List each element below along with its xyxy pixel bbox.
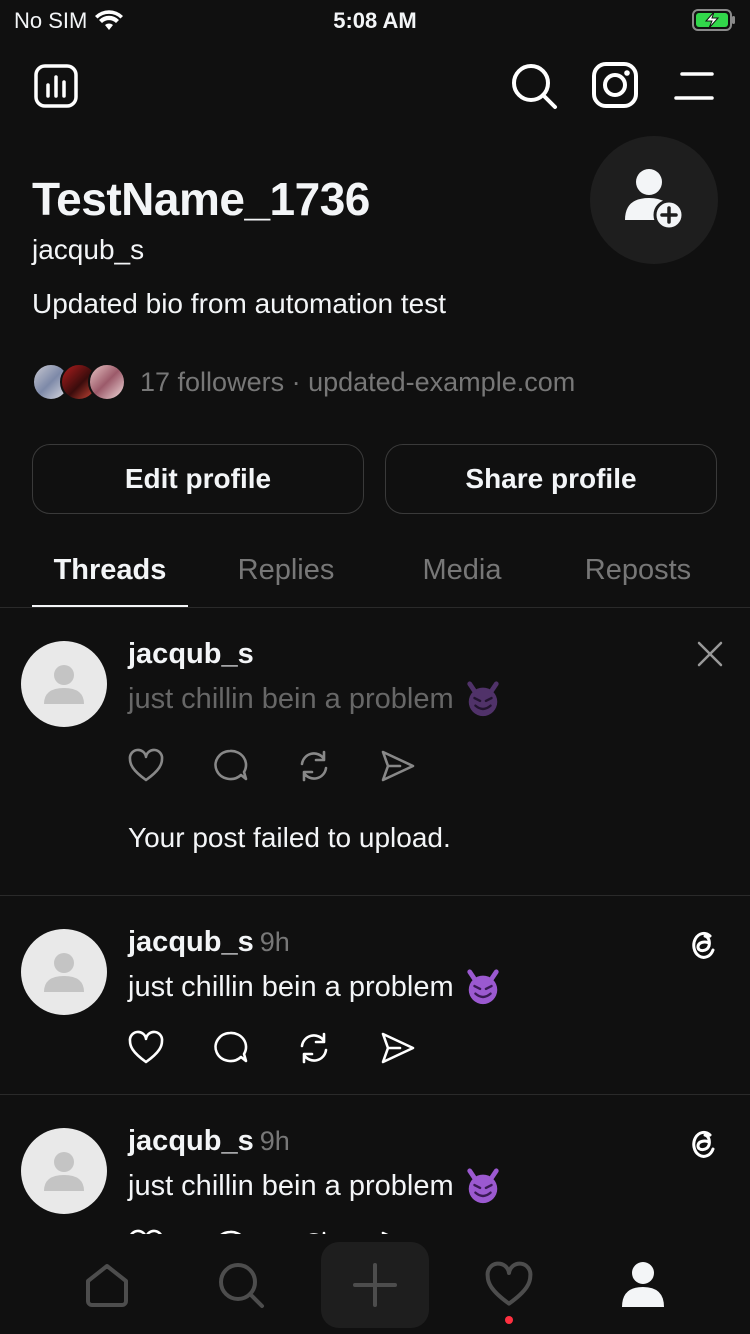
profile-tabs: Threads Replies Media Reposts	[0, 540, 750, 608]
post-actions	[128, 748, 416, 784]
repost-icon[interactable]	[296, 1030, 332, 1066]
default-avatar-icon	[44, 953, 84, 992]
avatar[interactable]	[21, 641, 107, 727]
share-profile-button[interactable]: Share profile	[385, 444, 717, 514]
nav-profile[interactable]	[589, 1242, 697, 1328]
bottom-nav	[0, 1234, 750, 1334]
status-bar: No SIM 5:08 AM	[0, 0, 750, 42]
follower-avatar	[88, 363, 126, 401]
plus-icon	[353, 1263, 397, 1307]
post-text-content: just chillin bein a problem	[128, 682, 454, 715]
active-tab-indicator	[32, 605, 188, 607]
tab-reposts[interactable]: Reposts	[560, 554, 716, 587]
post-header: jacqub_s 9h	[128, 926, 290, 959]
comment-icon[interactable]	[212, 1030, 248, 1066]
followers-link-text[interactable]: 17 followers · updated-example.com	[140, 367, 575, 398]
repost-icon[interactable]	[296, 748, 332, 784]
post-text: just chillin bein a problem	[128, 1167, 502, 1205]
home-icon	[86, 1264, 128, 1307]
heart-icon[interactable]	[128, 748, 164, 784]
tab-replies[interactable]: Replies	[208, 554, 364, 587]
post-text-content: just chillin bein a problem	[128, 970, 454, 1003]
smiling-devil-emoji-icon	[466, 1168, 499, 1204]
share-icon[interactable]	[380, 1030, 416, 1066]
add-person-icon	[625, 169, 685, 231]
upload-failed-message: Your post failed to upload.	[128, 822, 451, 853]
top-bar	[0, 56, 750, 116]
avatar[interactable]	[21, 929, 107, 1015]
nav-activity[interactable]	[455, 1242, 563, 1328]
nav-home[interactable]	[53, 1242, 161, 1328]
thread-post-failed[interactable]: jacqub_s just chillin bein a problem You…	[0, 608, 750, 896]
followers-row[interactable]: 17 followers · updated-example.com	[32, 362, 575, 402]
threads-logo-icon[interactable]	[688, 926, 718, 960]
instagram-icon	[592, 62, 638, 108]
menu-icon	[674, 72, 714, 100]
post-actions	[128, 1030, 416, 1066]
search-icon	[219, 1263, 264, 1308]
threads-logo-icon[interactable]	[688, 1125, 718, 1159]
post-text-content: just chillin bein a problem	[128, 1169, 454, 1202]
nav-search[interactable]	[187, 1242, 295, 1328]
profile-bio: Updated bio from automation test	[32, 288, 447, 319]
post-timestamp: 9h	[259, 1126, 290, 1156]
default-avatar-icon	[44, 1152, 84, 1191]
search-button[interactable]	[508, 60, 560, 112]
tab-media[interactable]: Media	[384, 554, 540, 587]
thread-post[interactable]: jacqub_s 9h just chillin bein a problem	[0, 1095, 750, 1234]
profile-icon	[622, 1262, 664, 1307]
battery-charging-icon	[692, 9, 735, 31]
share-icon[interactable]	[380, 748, 416, 784]
instagram-button[interactable]	[590, 60, 640, 110]
menu-button[interactable]	[672, 64, 716, 108]
heart-icon	[485, 1261, 533, 1306]
tab-threads[interactable]: Threads	[32, 554, 188, 587]
post-username[interactable]: jacqub_s	[128, 638, 254, 671]
post-username[interactable]: jacqub_s	[128, 926, 254, 958]
insights-button[interactable]	[32, 62, 80, 110]
avatar[interactable]	[21, 1128, 107, 1214]
notification-dot	[505, 1316, 513, 1324]
thread-post[interactable]: jacqub_s 9h just chillin bein a problem	[0, 896, 750, 1095]
profile-avatar-add-photo[interactable]	[590, 136, 718, 264]
post-timestamp: 9h	[259, 927, 290, 957]
profile-display-name: TestName_1736	[32, 173, 370, 225]
edit-profile-button[interactable]: Edit profile	[32, 444, 364, 514]
post-username[interactable]: jacqub_s	[128, 1125, 254, 1157]
smiling-devil-emoji-icon	[466, 969, 499, 1005]
heart-icon[interactable]	[128, 1030, 164, 1066]
post-header: jacqub_s 9h	[128, 1125, 290, 1158]
default-avatar-icon	[44, 665, 84, 704]
search-icon	[512, 64, 557, 109]
nav-create[interactable]	[321, 1242, 429, 1328]
smiling-devil-emoji-icon	[466, 681, 499, 717]
insights-icon	[34, 64, 78, 108]
post-text: just chillin bein a problem	[128, 680, 502, 718]
status-time: 5:08 AM	[333, 8, 417, 33]
comment-icon[interactable]	[212, 748, 248, 784]
post-text: just chillin bein a problem	[128, 968, 502, 1006]
close-icon[interactable]	[697, 641, 723, 667]
profile-handle: jacqub_s	[32, 234, 145, 265]
